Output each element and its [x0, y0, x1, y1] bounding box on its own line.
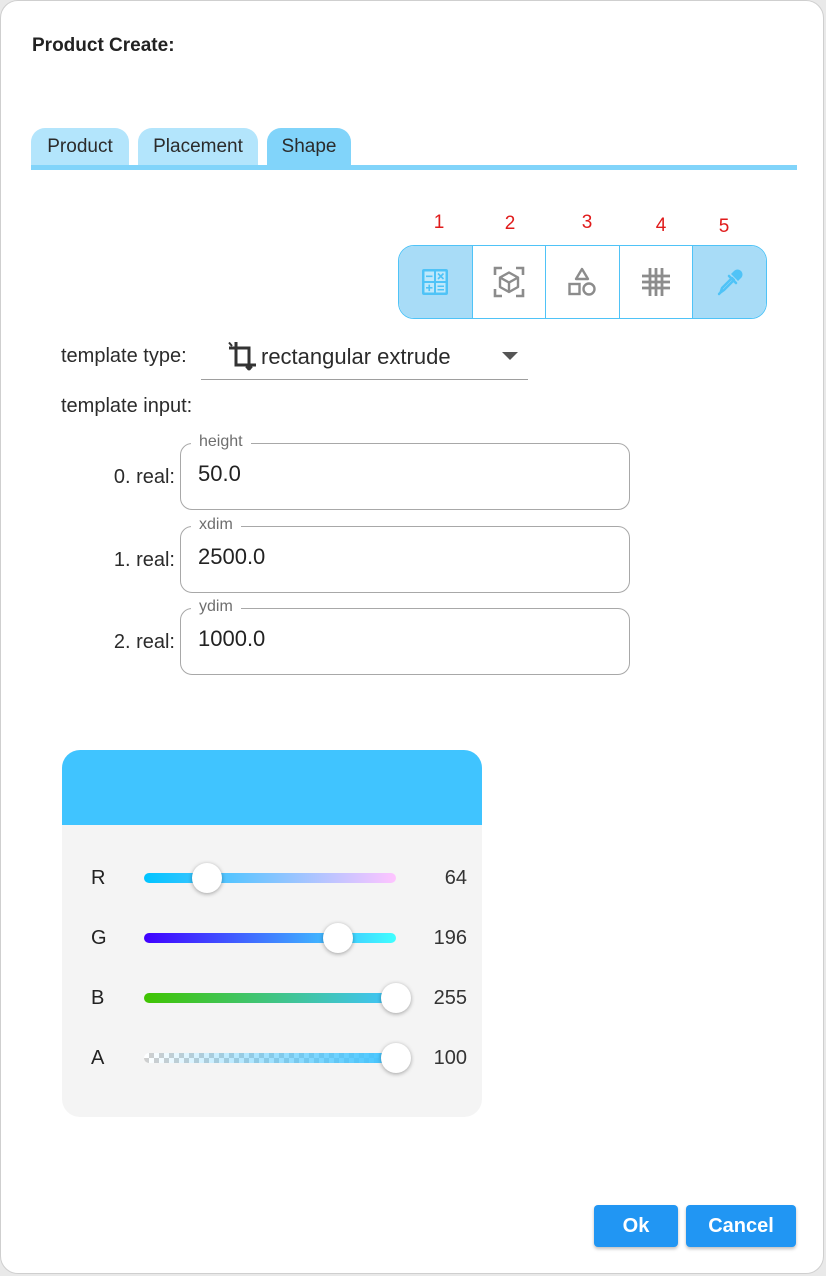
xdim-input[interactable]	[198, 544, 598, 570]
toolbar-number-5: 5	[718, 216, 730, 237]
tab-underline	[31, 165, 797, 170]
channel-value-r: 64	[444, 867, 467, 889]
xdim-field: xdim	[180, 516, 630, 593]
slider-track-g[interactable]	[144, 933, 396, 943]
shape-toolbar	[398, 245, 767, 319]
toolbar-number-2: 2	[504, 213, 516, 234]
calculator-icon	[422, 269, 449, 295]
crop-icon	[228, 341, 256, 371]
slider-thumb-g[interactable]	[322, 923, 353, 953]
ok-button[interactable]: Ok	[594, 1205, 678, 1247]
color-preview	[62, 750, 482, 825]
channel-label-g: G	[91, 927, 107, 949]
channel-label-b: B	[91, 987, 105, 1009]
slider-thumb-a[interactable]	[381, 1043, 411, 1073]
shapes-button[interactable]	[546, 246, 620, 318]
calculator-button[interactable]	[399, 246, 473, 318]
grid-button[interactable]	[620, 246, 694, 318]
slider-track-r[interactable]	[144, 873, 396, 883]
toolbar-number-1: 1	[433, 212, 445, 233]
field-row-label: 2. real:	[113, 631, 175, 653]
field-legend: height	[191, 433, 251, 451]
toolbar-number-4: 4	[655, 215, 667, 236]
cube-scan-icon	[493, 266, 525, 298]
toolbar-number-3: 3	[581, 212, 593, 233]
tab-product[interactable]: Product	[31, 128, 129, 166]
field-row-label: 1. real:	[113, 549, 175, 571]
color-picker: R 64 G 196 B 255 A 100	[62, 750, 482, 1117]
template-input-label: template input:	[61, 395, 193, 417]
ydim-field: ydim	[180, 598, 630, 675]
ydim-input[interactable]	[198, 626, 598, 652]
tab-shape[interactable]: Shape	[267, 128, 351, 166]
eyedropper-icon	[717, 269, 743, 296]
slider-thumb-b[interactable]	[381, 983, 411, 1013]
tab-placement[interactable]: Placement	[138, 128, 258, 166]
field-row-label: 0. real:	[113, 466, 175, 488]
template-type-select[interactable]: rectangular extrude	[201, 335, 528, 380]
channel-label-a: A	[91, 1047, 105, 1069]
channel-label-r: R	[91, 867, 106, 889]
cancel-button[interactable]: Cancel	[686, 1205, 796, 1247]
template-type-label: template type:	[61, 345, 187, 367]
height-field: height	[180, 433, 630, 510]
channel-value-b: 255	[433, 987, 467, 1009]
chevron-down-icon	[502, 352, 518, 360]
dialog-title: Product Create:	[32, 35, 175, 56]
tab-label: Placement	[153, 136, 243, 157]
eyedropper-button[interactable]	[693, 246, 766, 318]
slider-thumb-r[interactable]	[192, 863, 223, 893]
channel-value-a: 100	[433, 1047, 467, 1069]
tab-bar: Product Placement Shape	[31, 128, 797, 170]
field-legend: xdim	[191, 516, 241, 534]
grid-icon	[642, 268, 671, 296]
product-create-dialog: Product Create: Product Placement Shape …	[0, 0, 824, 1274]
template-type-value: rectangular extrude	[261, 344, 451, 369]
cube-scan-button[interactable]	[473, 246, 547, 318]
tab-label: Product	[47, 136, 113, 157]
slider-track-b[interactable]	[144, 993, 396, 1003]
channel-value-g: 196	[433, 927, 467, 949]
tab-label: Shape	[281, 136, 337, 157]
height-input[interactable]	[198, 461, 598, 487]
field-legend: ydim	[191, 598, 241, 616]
shapes-icon	[568, 267, 597, 296]
slider-track-a[interactable]	[144, 1053, 396, 1063]
